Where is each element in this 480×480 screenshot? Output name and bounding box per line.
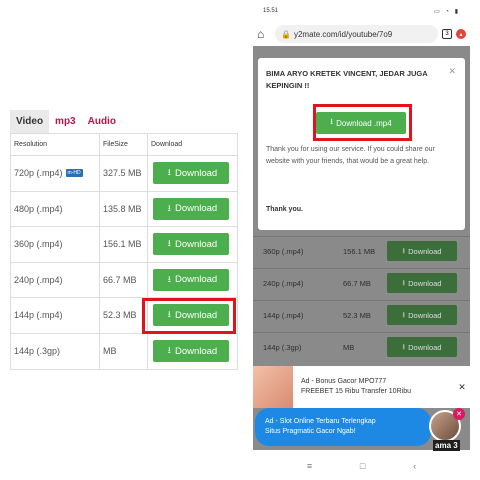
ad-title: Ad - Bonus Gacor MPO777 [301,378,387,385]
browser-toolbar: ⌂ 🔒 y2mate.com/id/youtube/7o9 3 ▴ [253,22,470,46]
ad-banner[interactable]: Ad - Bonus Gacor MPO777 FREEBET 15 Ribu … [253,366,470,408]
download-icon: ⭳ [167,273,171,284]
download-icon: ⭳ [167,202,171,213]
row-resolution: 144p (.3gp) [11,333,100,369]
download-button[interactable]: ⭳ Download [387,241,457,261]
system-navbar: ≡ □ ‹ [253,452,470,480]
highlight-box [142,298,236,334]
video-title-fragment: ama 3 [433,440,460,451]
download-button[interactable]: ⭳ Download [153,340,229,363]
download-table: Resolution FileSize Download 720p (.mp4)… [10,133,238,370]
ad-thumbnail [253,366,293,408]
download-button[interactable]: ⭳ Download [387,305,457,325]
table-row: 240p (.mp4) 66.7 MB ⭳ Download [11,262,237,298]
table-header: Resolution FileSize Download [11,134,237,156]
row-size: MB [100,333,148,369]
lock-icon: 🔒 [281,29,291,39]
row-resolution: 360p (.mp4) [263,246,304,256]
row-resolution: 480p (.mp4) [11,191,100,226]
download-icon: ⭳ [167,167,171,178]
table-row: 144p (.3gp) MB ⭳ Download [253,332,470,362]
home-nav-icon[interactable]: □ [360,461,365,471]
row-size: 135.8 MB [100,191,148,226]
close-icon[interactable]: ✕ [448,66,456,77]
download-button[interactable]: ⭳ Download [153,268,229,291]
home-icon[interactable]: ⌂ [257,27,271,41]
row-size: 66.7 MB [100,262,148,297]
status-icons: ▭ ◔ ▮ [434,8,460,15]
download-button[interactable]: ⭳ Download [153,162,229,185]
tab-audio[interactable]: Audio [82,110,122,133]
row-size: MB [343,342,355,352]
row-resolution: 720p (.mp4) [14,168,63,179]
row-size: 156.1 MB [343,246,376,256]
download-icon: ⭳ [402,341,406,351]
status-bar: 15.51 ▭ ◔ ▮ [253,0,470,22]
row-resolution: 144p (.mp4) [11,298,100,333]
modal-message: Thank you for using our service. If you … [266,146,435,165]
download-icon: ⭳ [402,245,406,255]
format-tabs: Video mp3 Audio [10,105,238,133]
header-download: Download [151,141,183,148]
download-icon: ⭳ [402,277,406,287]
menu-nav-icon[interactable]: ≡ [307,461,312,471]
close-icon[interactable]: ✕ [453,408,465,420]
download-modal: BIMA ARYO KRETEK VINCENT, JEDAR JUGA KEP… [258,58,465,230]
hd-badge: m-HD [65,169,83,178]
row-resolution: 240p (.mp4) [263,278,304,288]
table-row: 480p (.mp4) 135.8 MB ⭳ Download [11,191,237,227]
download-button[interactable]: ⭳ Download [153,197,229,220]
download-icon: ⭳ [167,238,171,249]
ad-subtitle: Situs Pragmatic Gacor Ngab! [265,428,356,435]
table-row: 720p (.mp4) m-HD 327.5 MB ⭳ Download [11,156,237,192]
table-row: 144p (.3gp) MB ⭳ Download [11,333,237,369]
back-nav-icon[interactable]: ‹ [413,461,416,471]
header-filesize: FileSize [100,134,148,155]
row-resolution: 240p (.mp4) [11,262,100,297]
row-size: 52.3 MB [343,310,371,320]
row-size: 52.3 MB [100,298,148,333]
menu-icon[interactable]: ▴ [456,29,466,39]
download-icon: ⭳ [167,345,171,356]
tab-video[interactable]: Video [10,110,50,133]
ad-bubble[interactable]: Ad - Slot Online Terbaru Terlengkap Situ… [255,408,431,446]
status-time: 15.51 [263,8,279,14]
row-size: 327.5 MB [100,156,148,191]
row-size: 156.1 MB [100,227,148,262]
row-size: 66.7 MB [343,278,371,288]
ad-title: Ad - Slot Online Terbaru Terlengkap [265,418,376,425]
download-button[interactable]: ⭳ Download [387,273,457,293]
table-row: 240p (.mp4) 66.7 MB ⭳ Download [253,268,470,298]
modal-title: BIMA ARYO KRETEK VINCENT, JEDAR JUGA KEP… [266,69,428,90]
table-row: 360p (.mp4) 156.1 MB ⭳ Download [11,227,237,263]
phone-screen: 15.51 ▭ ◔ ▮ ⌂ 🔒 y2mate.com/id/youtube/7o… [253,0,470,480]
header-resolution: Resolution [11,134,100,155]
row-resolution: 360p (.mp4) [11,227,100,262]
download-button[interactable]: ⭳ Download [387,337,457,357]
download-icon: ⭳ [402,309,406,319]
close-icon[interactable]: ✕ [454,382,470,393]
url-text: y2mate.com/id/youtube/7o9 [293,29,393,39]
ad-subtitle: FREEBET 15 Ribu Transfer 10Ribu [301,388,411,395]
row-resolution: 144p (.3gp) [263,342,302,352]
modal-thanks: Thank you. [266,206,303,213]
table-row: 144p (.mp4) 52.3 MB ⭳ Download [253,300,470,330]
tab-mp3[interactable]: mp3 [49,110,82,133]
table-row: 360p (.mp4) 156.1 MB ⭳ Download [253,236,470,266]
download-button[interactable]: ⭳ Download [153,233,229,256]
address-bar[interactable]: 🔒 y2mate.com/id/youtube/7o9 [275,25,438,43]
tabs-count-icon[interactable]: 3 [442,29,452,39]
highlight-box [313,104,412,141]
row-resolution: 144p (.mp4) [263,310,304,320]
